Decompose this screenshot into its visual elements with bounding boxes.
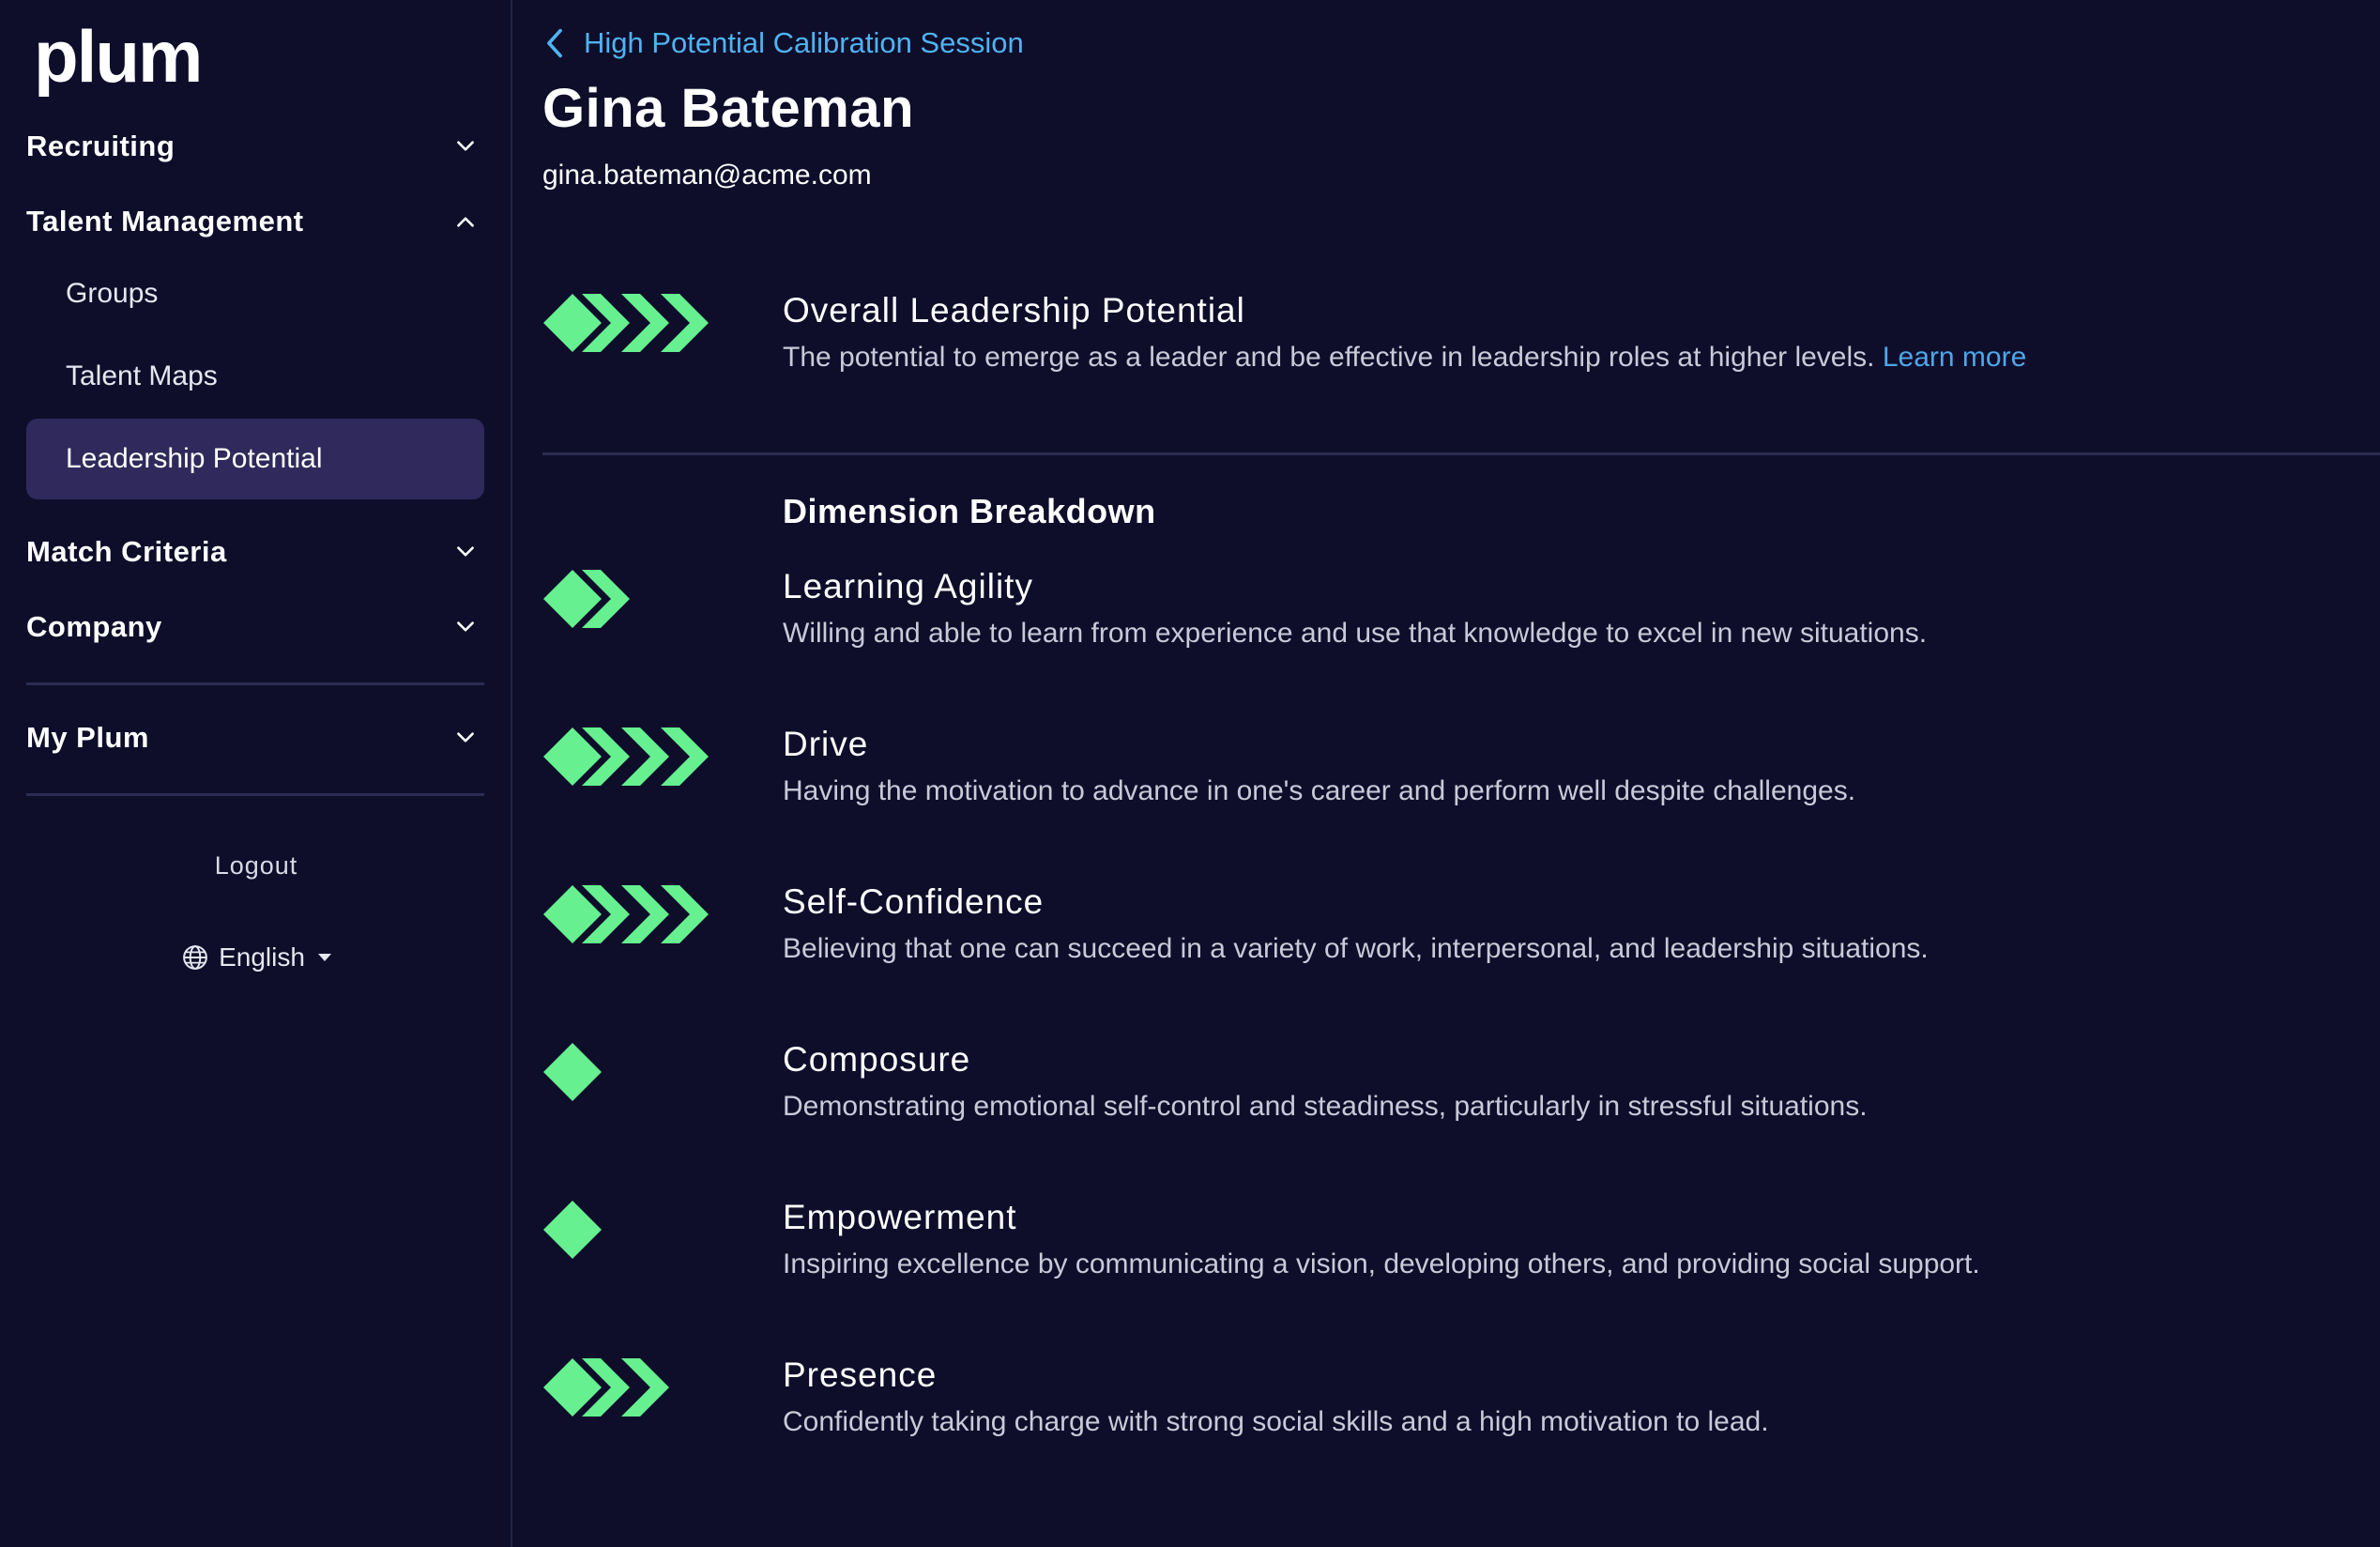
nav-section-label: Company — [26, 610, 162, 643]
person-email: gina.bateman@acme.com — [542, 160, 872, 191]
nav-section-label: Talent Management — [26, 205, 304, 237]
breadcrumb[interactable]: High Potential Calibration Session — [542, 21, 1024, 66]
language-label: English — [219, 942, 305, 972]
dimension-row: Composure Demonstrating emotional self-co… — [542, 1040, 2380, 1162]
caret-down-icon — [317, 954, 331, 961]
sidebar-item-leadership-potential[interactable]: Leadership Potential — [26, 419, 484, 499]
nav-section-recruiting[interactable]: Recruiting — [26, 118, 484, 175]
chevron-up-icon — [447, 203, 484, 240]
score-diamond — [543, 1201, 602, 1259]
chevron-left-icon — [542, 27, 567, 59]
nav-section-label: My Plum — [26, 721, 149, 754]
sidebar-item-groups[interactable]: Groups — [26, 253, 484, 334]
chevron-down-icon — [447, 128, 484, 165]
diamond-score-icon — [542, 1356, 730, 1421]
dimension-title: Presence — [783, 1356, 938, 1394]
diamond-score-icon — [542, 1198, 730, 1264]
language-selector[interactable]: English — [0, 937, 512, 978]
breadcrumb-label: High Potential Calibration Session — [584, 26, 1024, 59]
dimension-title: Self-Confidence — [783, 882, 1045, 921]
dimension-description: Inspiring excellence by communicating a … — [783, 1248, 1980, 1279]
dimension-row: Empowerment Inspiring excellence by commu… — [542, 1198, 2380, 1320]
dimension-title: Drive — [783, 725, 869, 763]
section-divider — [542, 452, 2380, 455]
diamond-score-icon — [542, 725, 730, 790]
plum-logo[interactable]: plum — [34, 9, 203, 103]
overall-score-row: Overall Leadership Potential The potenti… — [542, 291, 2380, 413]
chevron-down-icon — [447, 608, 484, 646]
dimension-breakdown-heading: Dimension Breakdown — [783, 492, 1156, 530]
dimension-title: Composure — [783, 1040, 971, 1079]
nav-section-label: Recruiting — [26, 130, 175, 162]
chevron-down-icon — [447, 719, 484, 757]
dimension-title: Empowerment — [783, 1198, 1017, 1236]
sidebar-divider — [26, 682, 484, 685]
dimension-row: Drive Having the motivation to advance in… — [542, 725, 2380, 847]
dimension-description: Demonstrating emotional self-control and… — [783, 1091, 1868, 1122]
dimension-title: Learning Agility — [783, 567, 1033, 605]
sidebar: plum Recruiting Talent Management Groups… — [0, 0, 512, 1547]
dimension-description: Willing and able to learn from experienc… — [783, 618, 1928, 649]
diamond-score-icon — [542, 291, 730, 357]
chevron-down-icon — [447, 533, 484, 571]
learn-more-link[interactable]: Learn more — [1883, 342, 2026, 373]
score-diamond — [543, 1043, 602, 1101]
app-root: plum Recruiting Talent Management Groups… — [0, 0, 2380, 1547]
overall-description-text: The potential to emerge as a leader and … — [783, 342, 1875, 373]
nav-section-company[interactable]: Company — [26, 599, 484, 655]
nav-section-label: Match Criteria — [26, 535, 227, 568]
dimension-description: Confidently taking charge with strong so… — [783, 1406, 1769, 1437]
sidebar-item-talent-maps[interactable]: Talent Maps — [26, 336, 484, 417]
diamond-score-icon — [542, 882, 730, 948]
globe-icon — [181, 943, 209, 972]
logout-link[interactable]: Logout — [0, 845, 512, 886]
diamond-score-icon — [542, 1040, 730, 1106]
nav-section-match-criteria[interactable]: Match Criteria — [26, 524, 484, 580]
diamond-score-icon — [542, 567, 730, 633]
dimension-row: Learning Agility Willing and able to lear… — [542, 567, 2380, 689]
sidebar-divider — [26, 793, 484, 796]
main-content: High Potential Calibration Session Gina … — [542, 0, 2380, 1547]
nav-section-talent-management[interactable]: Talent Management — [26, 193, 484, 250]
nav-section-my-plum[interactable]: My Plum — [26, 710, 484, 766]
dimension-description: Having the motivation to advance in one'… — [783, 775, 1856, 806]
overall-title: Overall Leadership Potential — [783, 291, 1245, 329]
dimension-row: Presence Confidently taking charge with s… — [542, 1356, 2380, 1478]
page-title: Gina Bateman — [542, 78, 914, 139]
dimension-description: Believing that one can succeed in a vari… — [783, 933, 1929, 964]
overall-description: The potential to emerge as a leader and … — [783, 342, 2026, 374]
dimension-row: Self-Confidence Believing that one can su… — [542, 882, 2380, 1004]
